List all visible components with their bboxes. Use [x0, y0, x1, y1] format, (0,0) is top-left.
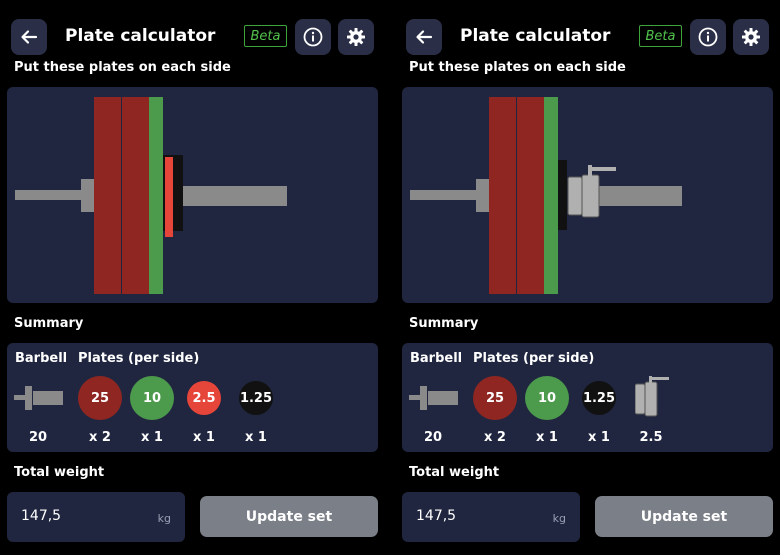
barbell-weight: 20 [423, 430, 443, 445]
barbell-label: Barbell [410, 351, 463, 366]
collar-icon [635, 376, 669, 417]
barbell-visualization [402, 87, 773, 303]
plate-10 [544, 97, 558, 294]
total-weight-label: Total weight [409, 465, 500, 480]
weight-unit: kg [552, 512, 566, 525]
weight-unit: kg [157, 512, 171, 525]
settings-button[interactable] [733, 19, 769, 55]
plate-disc-25: 25 [78, 376, 122, 420]
collar-weight: 2.5 [639, 430, 663, 445]
summary-heading: Summary [14, 316, 84, 331]
plates-per-side-label: Plates (per side) [473, 351, 595, 366]
plate-count-10: x 1 [536, 430, 558, 445]
plate-disc-1-25: 1.25 [239, 381, 273, 415]
arrow-left-icon [416, 30, 433, 44]
arrow-left-icon [21, 30, 38, 44]
plate-count-1-25: x 1 [588, 430, 610, 445]
plate-count-10: x 1 [141, 430, 163, 445]
settings-button[interactable] [338, 19, 374, 55]
plate-count-25: x 2 [89, 430, 111, 445]
update-set-button[interactable]: Update set [200, 496, 378, 537]
barbell-weight: 20 [28, 430, 48, 445]
plate-2-5 [165, 157, 173, 237]
beta-badge: Beta [639, 25, 682, 47]
plate-disc-10: 10 [525, 376, 569, 420]
total-weight-field[interactable]: 147,5 kg [402, 492, 580, 542]
barbell-icon [409, 386, 458, 410]
page-title: Plate calculator [65, 26, 216, 46]
barbell-sleeve [183, 186, 287, 206]
barbell-label: Barbell [15, 351, 68, 366]
plate-count-2-5: x 1 [193, 430, 215, 445]
barbell-collar-stop [476, 179, 489, 212]
gear-icon [347, 28, 365, 46]
plate-25-b [517, 97, 544, 294]
summary-card: Barbell Plates (per side) 20 25 x 2 10 x… [7, 343, 378, 452]
back-button[interactable] [406, 19, 442, 55]
gear-icon [742, 28, 760, 46]
plate-count-25: x 2 [484, 430, 506, 445]
plate-25-a [94, 97, 121, 294]
total-weight-field[interactable]: 147,5 kg [7, 492, 185, 542]
back-button[interactable] [11, 19, 47, 55]
info-icon [303, 27, 323, 47]
plate-count-1-25: x 1 [245, 430, 267, 445]
total-weight-label: Total weight [14, 465, 105, 480]
page-title: Plate calculator [460, 26, 611, 46]
barbell-shaft-left [410, 190, 478, 200]
total-weight-value: 147,5 [21, 508, 62, 524]
plate-disc-10: 10 [130, 376, 174, 420]
summary-card: Barbell Plates (per side) 20 25 x 2 10 x… [402, 343, 773, 452]
plate-calculator-screen-right: Plate calculator Beta Put these plates o [396, 0, 780, 555]
instruction-text: Put these plates on each side [14, 60, 231, 75]
plate-calculator-screen-left: Plate calculator Beta Put these plates o [0, 0, 384, 555]
plate-1-25 [558, 160, 567, 230]
barbell-shaft-left [15, 190, 83, 200]
plate-25-b [122, 97, 149, 294]
barbell-icon [14, 386, 63, 410]
info-icon [698, 27, 718, 47]
plate-disc-2-5: 2.5 [187, 381, 221, 415]
summary-heading: Summary [409, 316, 479, 331]
plate-disc-25: 25 [473, 376, 517, 420]
info-button[interactable] [295, 19, 331, 55]
plates-per-side-label: Plates (per side) [78, 351, 200, 366]
instruction-text: Put these plates on each side [409, 60, 626, 75]
plate-10 [149, 97, 163, 294]
barbell-visualization [7, 87, 378, 303]
plate-disc-1-25: 1.25 [582, 381, 616, 415]
update-set-button[interactable]: Update set [595, 496, 773, 537]
total-weight-value: 147,5 [416, 508, 457, 524]
barbell-collar-stop [81, 179, 94, 212]
plate-25-a [489, 97, 516, 294]
info-button[interactable] [690, 19, 726, 55]
beta-badge: Beta [244, 25, 287, 47]
